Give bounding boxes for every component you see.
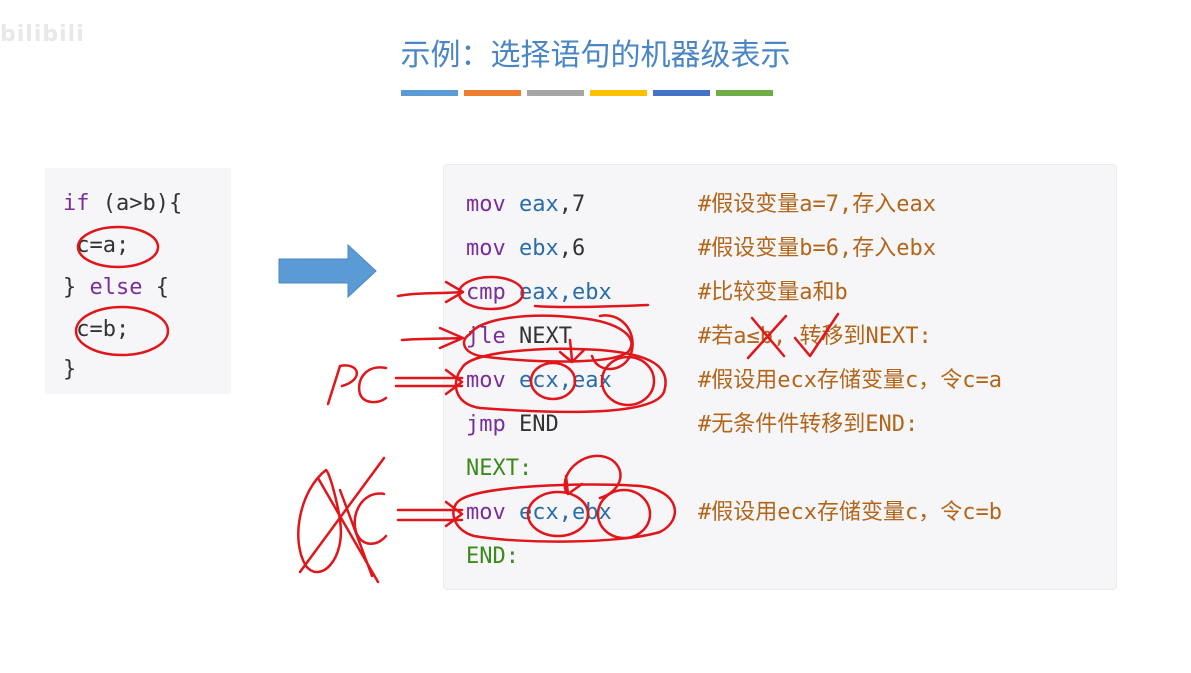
asm-comment: #假设变量b=6,存入ebx — [698, 236, 936, 261]
asm-line: cmp eax,ebx — [466, 280, 612, 306]
c-line: } else { — [63, 275, 169, 301]
asm-opcode: jle — [466, 324, 506, 349]
c-line: } — [63, 357, 77, 382]
asm-comment: #若a≤b, 转移到NEXT: — [698, 324, 932, 349]
asm-line: jle NEXT — [466, 324, 572, 350]
c-line: if (a>b){ — [63, 191, 182, 217]
c-text: } — [63, 275, 90, 300]
asm-line: mov ecx,ebx — [466, 500, 612, 526]
asm-operand: END — [519, 412, 559, 437]
asm-operand: eax — [519, 192, 559, 217]
color-bar-segment — [401, 90, 458, 96]
c-line: c=a; — [63, 233, 130, 258]
c-line: c=b; — [63, 317, 130, 342]
ink-letter-c — [357, 366, 388, 404]
asm-code-box: mov eax,7 #假设变量a=7,存入eax mov ebx,6 #假设变量… — [443, 164, 1117, 590]
asm-opcode: mov — [466, 368, 506, 393]
asm-operand: ebx — [519, 236, 559, 261]
asm-label: NEXT: — [466, 456, 533, 481]
asm-comment: #假设用ecx存储变量c，令c=a — [698, 368, 1002, 393]
asm-comment: #比较变量a和b — [698, 280, 848, 305]
asm-comment: #无条件件转移到END: — [698, 412, 919, 437]
asm-operand: ,7 — [558, 192, 586, 217]
asm-line: mov ebx,6 — [466, 236, 585, 262]
c-keyword: else — [89, 275, 143, 300]
asm-operand: ,6 — [558, 236, 586, 261]
asm-comment: #假设用ecx存储变量c，令c=b — [698, 500, 1002, 525]
asm-opcode: cmp — [466, 280, 506, 305]
asm-operand: NEXT — [519, 324, 572, 349]
asm-operand: ecx,eax — [519, 368, 612, 393]
c-keyword: if — [63, 191, 90, 216]
slide-title: 示例：选择语句的机器级表示 — [400, 38, 791, 73]
ink-scribble — [338, 488, 374, 578]
asm-opcode: mov — [466, 236, 506, 261]
asm-line: jmp END — [466, 412, 559, 438]
ink-letter-c — [353, 492, 388, 545]
asm-label: END: — [466, 544, 519, 569]
color-bar-segment — [590, 90, 647, 96]
color-bar-segment — [464, 90, 521, 96]
asm-line: mov ecx,eax — [466, 368, 612, 394]
ink-letter-p — [326, 364, 358, 406]
c-text: (a>b){ — [89, 191, 183, 216]
asm-line: mov eax,7 — [466, 192, 585, 218]
ink-scribble — [297, 468, 343, 574]
asm-operand: ecx,ebx — [519, 500, 612, 525]
right-arrow-icon — [278, 243, 377, 299]
asm-operand: eax,ebx — [519, 280, 612, 305]
c-text: { — [142, 275, 169, 300]
asm-opcode: jmp — [466, 412, 506, 437]
color-bar-segment — [653, 90, 710, 96]
asm-comment: #假设变量a=7,存入eax — [698, 192, 936, 217]
c-code-box: if (a>b){ c=a; } else { c=b; } — [45, 168, 231, 394]
ink-cross — [298, 456, 386, 584]
asm-opcode: mov — [466, 500, 506, 525]
color-bar-segment — [716, 90, 773, 96]
title-color-bar — [401, 90, 773, 96]
color-bar-segment — [527, 90, 584, 96]
asm-opcode: mov — [466, 192, 506, 217]
